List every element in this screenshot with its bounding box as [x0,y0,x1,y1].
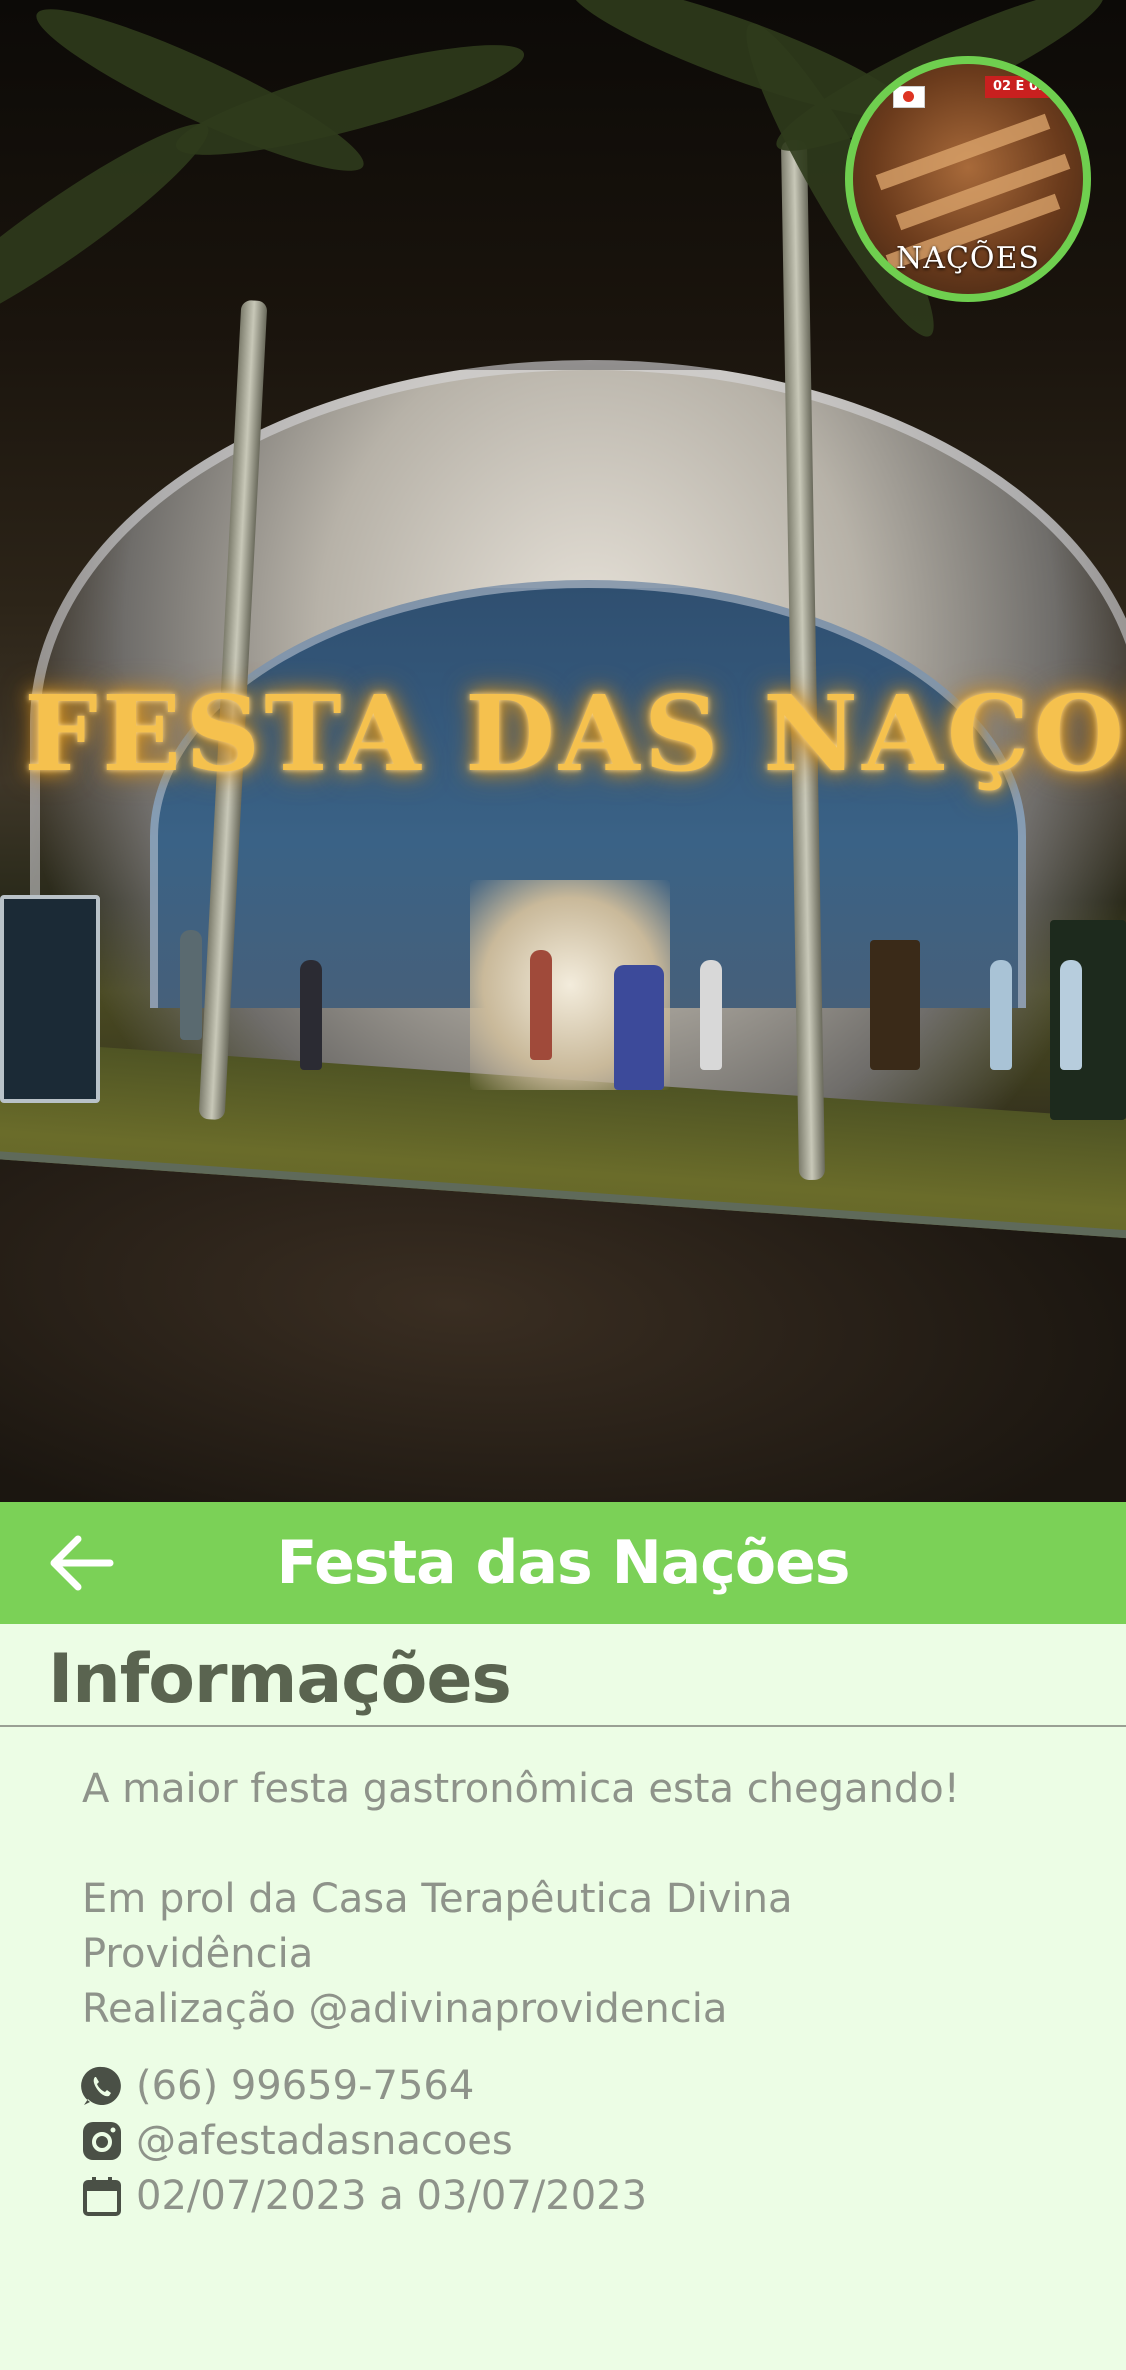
person [180,930,202,1040]
festival-light-sign: FESTA DAS NAÇOES [24,672,1126,795]
badge-logo-text: NAÇÕES [896,241,1040,276]
palm-frond [0,102,225,358]
person [1060,960,1082,1070]
person [990,960,1012,1070]
app-bar: Festa das Nações [0,1502,1126,1624]
section-heading: Informações [48,1640,512,1719]
flag-icon [893,86,925,108]
instagram-contact[interactable]: @afestadasnacoes [80,2115,513,2167]
page-title: Festa das Nações [276,1528,851,1598]
whatsapp-contact[interactable]: (66) 99659-7564 [80,2060,474,2112]
tagline: A maior festa gastronômica esta chegando… [82,1766,960,1812]
badge-date-tag: 02 E 03 [985,76,1055,98]
person [614,965,664,1090]
description-line: Realização @adivinaprovidencia [82,1986,728,2032]
date-range: 02/07/2023 a 03/07/2023 [136,2173,648,2219]
arrow-left-icon [50,1535,114,1591]
event-cover-image: FESTA DAS NAÇOES 02 E 03 NAÇÕES [0,0,1126,1502]
whatsapp-icon [80,2064,124,2108]
event-dates: 02/07/2023 a 03/07/2023 [80,2170,647,2222]
back-button[interactable] [44,1532,116,1594]
calendar-icon [80,2174,124,2218]
person [300,960,322,1070]
event-logo-badge: 02 E 03 NAÇÕES [845,56,1091,302]
description-line: Em prol da Casa Terapêutica Divina [82,1876,793,1922]
phone-number: (66) 99659-7564 [136,2063,475,2109]
booth [0,895,100,1103]
instagram-handle: @afestadasnacoes [136,2118,513,2164]
person [530,950,552,1060]
description-line: Providência [82,1931,314,1977]
booth [870,940,920,1070]
divider [0,1725,1126,1727]
person [700,960,722,1070]
instagram-icon [80,2119,124,2163]
